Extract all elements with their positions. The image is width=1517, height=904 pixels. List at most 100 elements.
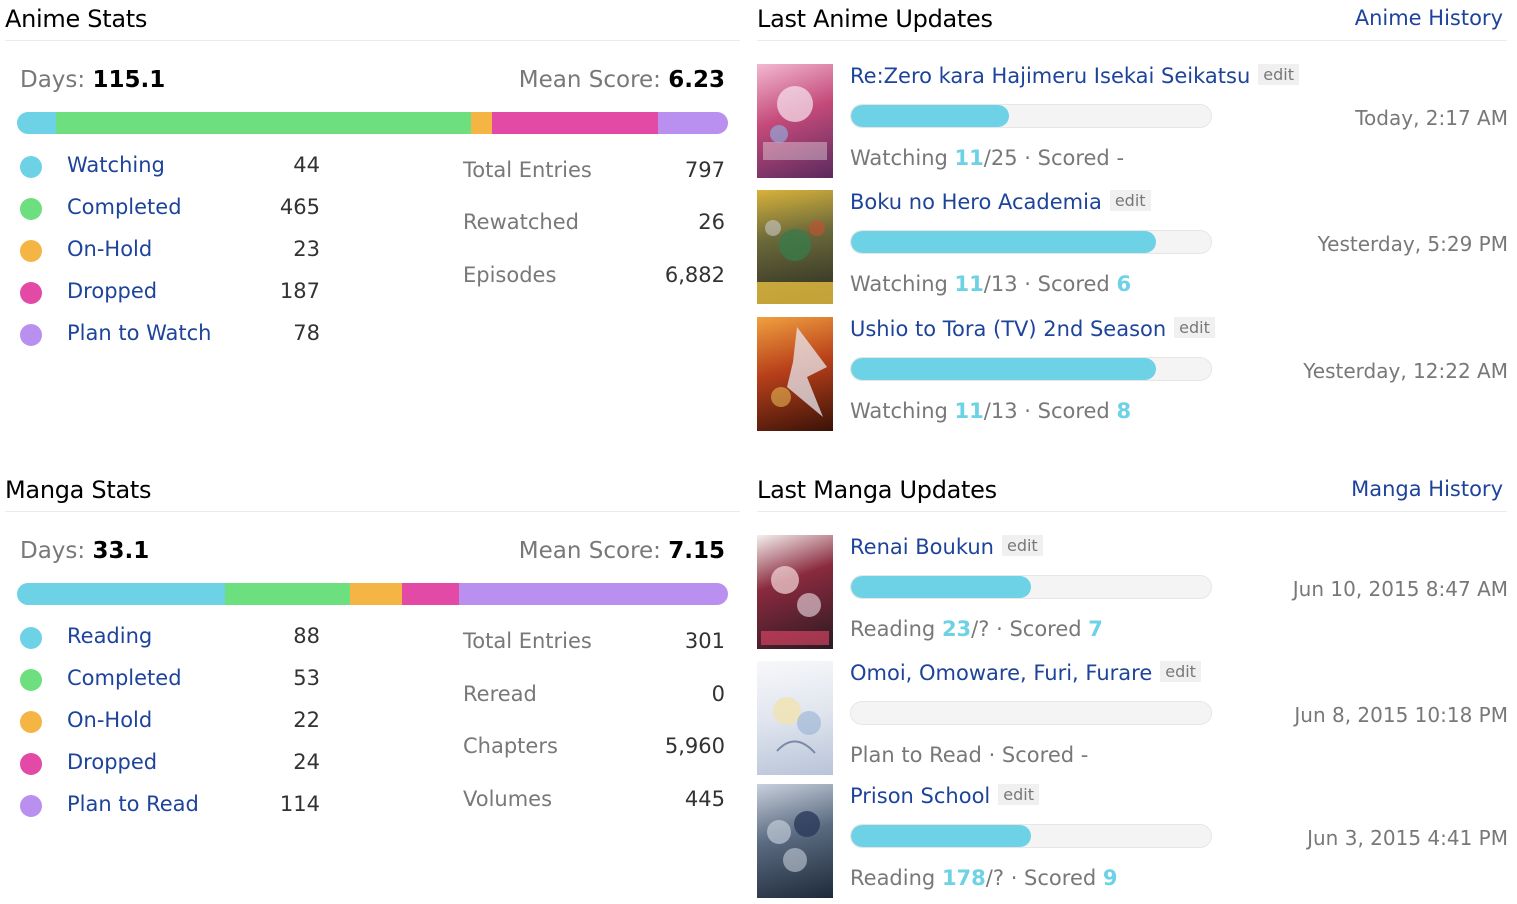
- update-time: Jun 3, 2015 4:41 PM: [1307, 826, 1508, 850]
- chapters-row: Chapters 5,960: [463, 734, 725, 764]
- update-title-link[interactable]: Boku no Hero Academia: [850, 190, 1102, 214]
- progress-bar: [850, 575, 1212, 599]
- progress-current: 11: [954, 146, 984, 170]
- status-row-dropped[interactable]: Dropped 24: [20, 750, 320, 780]
- status-row-plan-to-watch[interactable]: Plan to Watch 78: [20, 321, 320, 351]
- status-row-completed[interactable]: Completed 465: [20, 195, 320, 225]
- on-hold-dot: [20, 240, 42, 262]
- anime-updates-divider: [757, 40, 1507, 41]
- manga-stats-divider: [5, 511, 740, 512]
- status-row-watching[interactable]: Watching 44: [20, 153, 320, 183]
- episodes-row: Episodes 6,882: [463, 263, 725, 293]
- cover-image[interactable]: [757, 190, 833, 304]
- edit-button[interactable]: edit: [1160, 661, 1201, 682]
- cover-image[interactable]: [757, 64, 833, 178]
- update-time: Jun 10, 2015 8:47 AM: [1292, 577, 1508, 601]
- anime-status-bar: [17, 112, 728, 134]
- status-link-watching[interactable]: Watching: [67, 153, 165, 177]
- update-title-link[interactable]: Re:Zero kara Hajimeru Isekai Seikatsu: [850, 64, 1250, 88]
- episodes-value: 6,882: [664, 263, 725, 287]
- progress-current: 23: [941, 617, 972, 641]
- progress-current: 11: [954, 272, 984, 296]
- status-row-plan-to-read[interactable]: Plan to Read 114: [20, 792, 320, 822]
- manga-days-label: Days:: [20, 538, 86, 564]
- progress-total: /13: [983, 272, 1018, 296]
- update-title: Omoi, Omoware, Furi, Furare edit: [850, 661, 1201, 685]
- edit-button[interactable]: edit: [1258, 64, 1299, 85]
- manga-totals: Total Entries 301 Reread 0 Chapters 5,96…: [463, 629, 725, 819]
- bar-segment-dropped: [402, 583, 459, 605]
- total-entries-row: Total Entries 301: [463, 629, 725, 659]
- episodes-label: Episodes: [463, 263, 557, 287]
- status-link-completed[interactable]: Completed: [67, 195, 182, 219]
- update-title-link[interactable]: Prison School: [850, 784, 990, 808]
- update-time: Jun 8, 2015 10:18 PM: [1294, 703, 1508, 727]
- cover-image[interactable]: [757, 661, 833, 775]
- anime-stats-divider: [5, 40, 740, 41]
- progress-fill: [851, 825, 1031, 847]
- status-label: Reading: [850, 617, 936, 641]
- status-label: Watching: [850, 146, 948, 170]
- dropped-dot: [20, 282, 42, 304]
- cover-image[interactable]: [757, 535, 833, 649]
- status-row-dropped[interactable]: Dropped 187: [20, 279, 320, 309]
- status-link-on-hold[interactable]: On-Hold: [67, 237, 152, 261]
- edit-button[interactable]: edit: [1001, 535, 1043, 556]
- cover-image[interactable]: [757, 317, 833, 431]
- completed-dot: [20, 198, 42, 220]
- edit-button[interactable]: edit: [998, 784, 1039, 805]
- progress-total: /?: [985, 866, 1005, 890]
- anime-mean-score: Mean Score: 6.23: [519, 67, 725, 93]
- volumes-value: 445: [684, 787, 725, 811]
- manga-updates-panel: Last Manga Updates Manga History Renai B…: [757, 476, 1509, 901]
- update-title-link[interactable]: Omoi, Omoware, Furi, Furare: [850, 661, 1152, 685]
- total-entries-value: 301: [684, 629, 725, 653]
- manga-updates-title: Last Manga Updates: [757, 476, 997, 504]
- update-title-link[interactable]: Renai Boukun: [850, 535, 994, 559]
- total-entries-value: 797: [684, 158, 725, 182]
- reading-dot: [20, 627, 42, 649]
- bar-segment-dropped: [491, 112, 659, 134]
- anime-history-link[interactable]: Anime History: [1355, 6, 1503, 30]
- scored-label: · Scored: [988, 743, 1075, 767]
- total-entries-label: Total Entries: [463, 158, 592, 182]
- progress-current: 178: [941, 866, 986, 890]
- status-row-on-hold[interactable]: On-Hold 23: [20, 237, 320, 267]
- anime-status-list: Watching 44 Completed 465 On-Hold 23 Dro…: [20, 153, 320, 373]
- update-time: Yesterday, 12:22 AM: [1303, 359, 1508, 383]
- bar-segment-completed: [56, 112, 472, 134]
- status-link-on-hold[interactable]: On-Hold: [67, 708, 152, 732]
- progress-fill: [851, 105, 1010, 127]
- status-row-reading[interactable]: Reading 88: [20, 624, 320, 654]
- progress-bar: [850, 104, 1212, 128]
- scored-label: · Scored: [1024, 146, 1110, 170]
- status-link-completed[interactable]: Completed: [67, 666, 182, 690]
- cover-image[interactable]: [757, 784, 833, 898]
- bar-segment-on-hold: [350, 583, 402, 605]
- manga-history-link[interactable]: Manga History: [1351, 477, 1503, 501]
- update-time: Today, 2:17 AM: [1355, 106, 1508, 130]
- status-count: 24: [293, 750, 320, 774]
- update-title: Boku no Hero Academia edit: [850, 190, 1151, 214]
- status-row-completed[interactable]: Completed 53: [20, 666, 320, 696]
- update-item: Ushio to Tora (TV) 2nd Season edit Watchi…: [757, 317, 1509, 437]
- status-count: 187: [279, 279, 320, 303]
- status-row-on-hold[interactable]: On-Hold 22: [20, 708, 320, 738]
- edit-button[interactable]: edit: [1109, 190, 1151, 211]
- edit-button[interactable]: edit: [1174, 317, 1215, 338]
- status-link-reading[interactable]: Reading: [67, 624, 152, 648]
- progress-bar: [850, 824, 1212, 848]
- score-value: 6: [1116, 272, 1132, 296]
- score-value: 7: [1088, 617, 1103, 641]
- status-link-dropped[interactable]: Dropped: [67, 279, 157, 303]
- score-value: 8: [1116, 399, 1132, 423]
- status-link-dropped[interactable]: Dropped: [67, 750, 157, 774]
- bar-segment-completed: [224, 583, 351, 605]
- update-status: Reading 23/? · Scored 7: [850, 617, 1103, 641]
- update-title-link[interactable]: Ushio to Tora (TV) 2nd Season: [850, 317, 1166, 341]
- score-value: 9: [1102, 866, 1118, 890]
- anime-mean-score-label: Mean Score:: [518, 67, 661, 93]
- status-link-plan-to-read[interactable]: Plan to Read: [67, 792, 199, 816]
- manga-days: Days: 33.1: [20, 538, 149, 564]
- status-link-plan-to-watch[interactable]: Plan to Watch: [67, 321, 212, 345]
